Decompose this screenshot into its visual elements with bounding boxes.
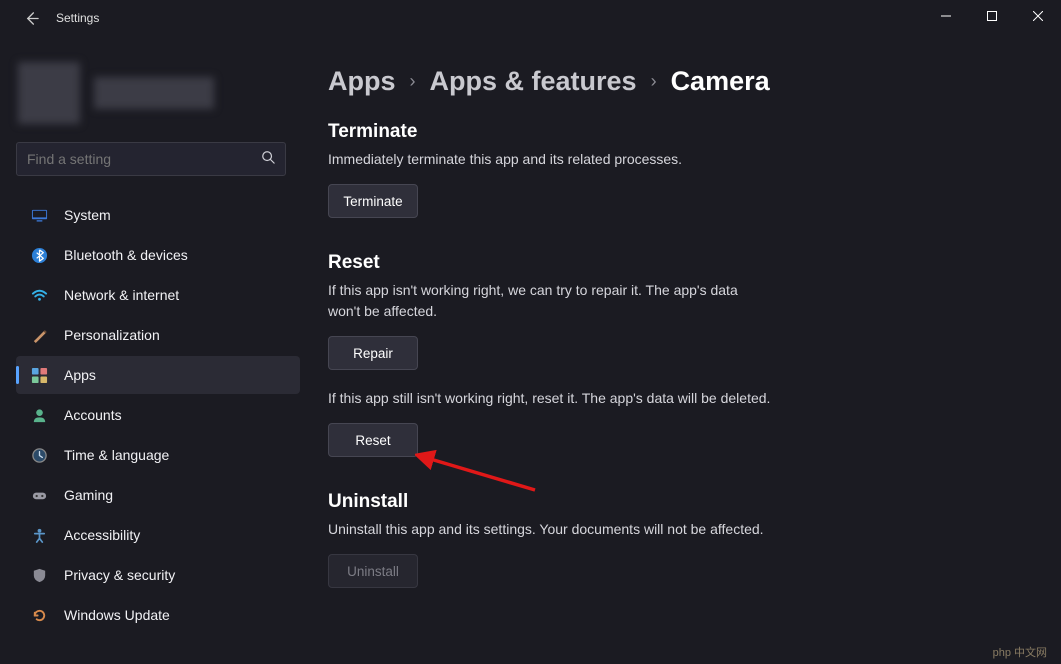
sidebar-item-label: Bluetooth & devices <box>64 247 188 263</box>
breadcrumb-apps-features[interactable]: Apps & features <box>430 66 637 97</box>
sidebar-item-label: Personalization <box>64 327 160 343</box>
sidebar-item-label: Time & language <box>64 447 169 463</box>
terminate-section: Terminate Immediately terminate this app… <box>328 121 1033 218</box>
arrow-left-icon <box>24 11 39 26</box>
close-icon <box>1033 11 1043 21</box>
bluetooth-icon <box>30 246 48 264</box>
update-icon <box>30 606 48 624</box>
apps-icon <box>30 366 48 384</box>
brush-icon <box>30 326 48 344</box>
section-desc: If this app still isn't working right, r… <box>328 388 828 409</box>
gamepad-icon <box>30 486 48 504</box>
avatar <box>18 62 80 124</box>
wifi-icon <box>30 286 48 304</box>
accessibility-icon <box>30 526 48 544</box>
section-desc: If this app isn't working right, we can … <box>328 280 748 322</box>
maximize-icon <box>987 11 997 21</box>
monitor-icon <box>30 206 48 224</box>
uninstall-section: Uninstall Uninstall this app and its set… <box>328 491 1033 588</box>
sidebar-item-apps[interactable]: Apps <box>16 356 300 394</box>
uninstall-button: Uninstall <box>328 554 418 588</box>
sidebar-item-label: Windows Update <box>64 607 170 623</box>
sidebar-item-label: Apps <box>64 367 96 383</box>
sidebar-item-bluetooth[interactable]: Bluetooth & devices <box>16 236 300 274</box>
main-content: Apps › Apps & features › Camera Terminat… <box>300 36 1061 664</box>
reset-section: Reset If this app isn't working right, w… <box>328 252 1033 457</box>
repair-button[interactable]: Repair <box>328 336 418 370</box>
search-icon <box>261 150 275 169</box>
minimize-button[interactable] <box>923 0 969 32</box>
section-title: Uninstall <box>328 491 1033 513</box>
titlebar: Settings <box>0 0 1061 36</box>
terminate-button[interactable]: Terminate <box>328 184 418 218</box>
back-button[interactable] <box>22 9 40 27</box>
chevron-right-icon: › <box>410 71 416 92</box>
section-desc: Uninstall this app and its settings. You… <box>328 519 828 540</box>
search-box[interactable] <box>16 142 286 176</box>
section-title: Reset <box>328 252 1033 274</box>
sidebar-item-label: Gaming <box>64 487 113 503</box>
sidebar-item-accessibility[interactable]: Accessibility <box>16 516 300 554</box>
sidebar-item-label: Network & internet <box>64 287 179 303</box>
window-title: Settings <box>56 11 99 25</box>
person-icon <box>30 406 48 424</box>
sidebar-item-time-language[interactable]: Time & language <box>16 436 300 474</box>
sidebar-nav: System Bluetooth & devices Network & int… <box>16 196 300 634</box>
user-name <box>94 77 214 109</box>
section-desc: Immediately terminate this app and its r… <box>328 149 748 170</box>
breadcrumb: Apps › Apps & features › Camera <box>328 66 1033 97</box>
minimize-icon <box>941 11 951 21</box>
search-input[interactable] <box>27 151 261 167</box>
chevron-right-icon: › <box>651 71 657 92</box>
sidebar-item-accounts[interactable]: Accounts <box>16 396 300 434</box>
clock-globe-icon <box>30 446 48 464</box>
watermark: php 中文网 <box>993 644 1047 660</box>
sidebar-item-label: Accessibility <box>64 527 140 543</box>
sidebar-item-gaming[interactable]: Gaming <box>16 476 300 514</box>
sidebar-item-network[interactable]: Network & internet <box>16 276 300 314</box>
user-profile[interactable] <box>16 46 300 142</box>
sidebar-item-label: Privacy & security <box>64 567 175 583</box>
shield-icon <box>30 566 48 584</box>
breadcrumb-apps[interactable]: Apps <box>328 66 396 97</box>
sidebar-item-windows-update[interactable]: Windows Update <box>16 596 300 634</box>
sidebar-item-personalization[interactable]: Personalization <box>16 316 300 354</box>
sidebar: System Bluetooth & devices Network & int… <box>0 36 300 664</box>
sidebar-item-label: System <box>64 207 111 223</box>
reset-button[interactable]: Reset <box>328 423 418 457</box>
sidebar-item-label: Accounts <box>64 407 122 423</box>
close-button[interactable] <box>1015 0 1061 32</box>
sidebar-item-system[interactable]: System <box>16 196 300 234</box>
sidebar-item-privacy-security[interactable]: Privacy & security <box>16 556 300 594</box>
maximize-button[interactable] <box>969 0 1015 32</box>
breadcrumb-camera: Camera <box>671 66 770 97</box>
section-title: Terminate <box>328 121 1033 143</box>
window-controls <box>923 0 1061 32</box>
